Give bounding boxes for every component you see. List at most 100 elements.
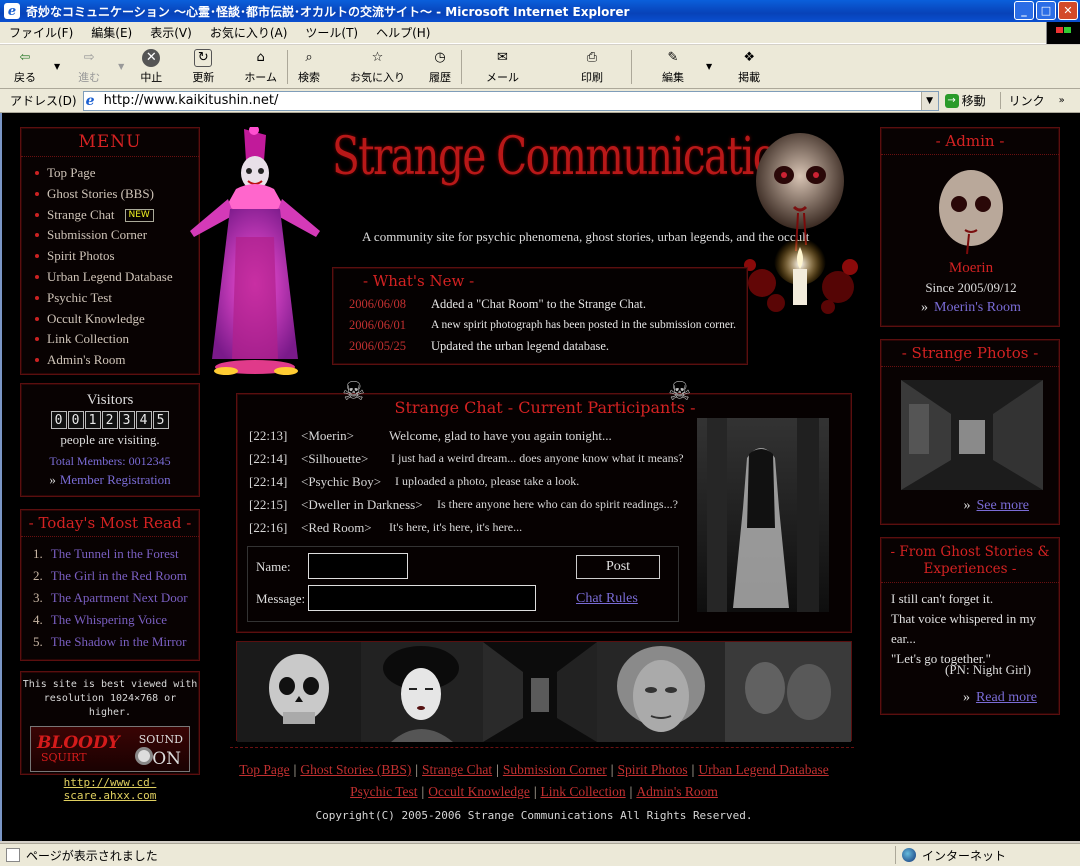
back-arrow-icon: ⇦ [19,50,31,65]
minimize-button[interactable]: _ [1014,1,1034,20]
admin-room-prefix: » [921,300,929,315]
most-read-item[interactable]: 2. The Girl in the Red Room [33,565,199,587]
discuss-button[interactable]: ❖ 掲載 [734,47,764,87]
read-more-link[interactable]: Read more [976,690,1037,705]
zone-text: インターネット [922,848,1007,863]
menu-item-top-page[interactable]: Top Page [35,163,199,184]
ghost-girl-photo [697,418,829,612]
most-read-item[interactable]: 1. The Tunnel in the Forest [33,543,199,565]
menu-file[interactable]: ファイル(F) [0,24,82,41]
admin-name: Moerin [948,260,994,276]
footer-link-submission-corner[interactable]: Submission Corner [503,762,607,777]
maximize-button[interactable]: □ [1036,1,1056,20]
member-registration-link[interactable]: Member Registration [60,472,171,487]
menu-edit[interactable]: 編集(E) [82,24,141,41]
footer-link-occult-knowledge[interactable]: Occult Knowledge [428,784,530,799]
menu-item-admins-room[interactable]: Admin's Room [35,350,199,371]
admin-room-link[interactable]: Moerin's Room [934,300,1021,315]
security-zone: インターネット [895,846,1006,864]
menu-item-psychic-test[interactable]: Psychic Test [35,288,199,309]
favorites-button[interactable]: ☆ お気に入り [346,47,409,87]
address-input[interactable]: e http://www.kaikitushin.net/ ▼ [82,90,939,111]
menu-item-submission-corner[interactable]: Submission Corner [35,225,199,246]
strange-photo-thumbnail[interactable] [901,380,1043,490]
menu-help[interactable]: ヘルプ(H) [367,24,439,41]
print-button[interactable]: ⎙ 印刷 [577,47,607,87]
see-more-link[interactable]: See more [977,498,1029,513]
admin-box: - Admin - Moerin Since 2005/09/12 » Moeri… [880,127,1060,327]
menu-item-occult-knowledge[interactable]: Occult Knowledge [35,309,199,330]
blurry-ghost-photo[interactable] [725,642,851,742]
menu-favorites[interactable]: お気に入り(A) [201,24,297,41]
menu-header: MENU [21,128,199,157]
go-button[interactable]: → 移動 [944,92,986,109]
news-item[interactable]: 2006/05/25 Updated the urban legend datab… [333,336,747,357]
status-text: ページが表示されました [26,848,158,863]
links-chevron-icon[interactable]: » [1059,95,1065,106]
address-url: http://www.kaikitushin.net/ [103,93,279,108]
footer-link-psychic-test[interactable]: Psychic Test [350,784,417,799]
forward-dropdown-icon[interactable]: ▼ [118,62,124,71]
toolbar-separator [630,49,632,84]
footer-link-top-page[interactable]: Top Page [239,762,289,777]
footer-link-spirit-photos[interactable]: Spirit Photos [617,762,687,777]
most-read-item[interactable]: 3. The Apartment Next Door [33,587,199,609]
message-input[interactable] [308,585,536,611]
photo-strip [236,641,852,742]
geisha-photo[interactable] [361,642,483,742]
footer-link-ghost-stories[interactable]: Ghost Stories (BBS) [300,762,411,777]
strange-photos-header: - Strange Photos - [881,340,1059,367]
clown-figure-image [190,127,320,375]
menu-view[interactable]: 表示(V) [141,24,201,41]
post-button[interactable]: Post [576,555,660,579]
chat-rules-link[interactable]: Chat Rules [576,591,638,607]
links-button[interactable]: リンク [999,92,1045,109]
ghost-stories-box: - From Ghost Stories & Experiences - I s… [880,537,1060,715]
refresh-button[interactable]: ↻ 更新 [188,47,218,87]
footer-link-strange-chat[interactable]: Strange Chat [422,762,492,777]
menu-item-strange-chat[interactable]: Strange Chat NEW [35,205,199,226]
back-dropdown-icon[interactable]: ▼ [54,62,60,71]
edit-dropdown-icon[interactable]: ▼ [706,62,712,71]
banner-text-on: ON [152,749,181,769]
home-icon: ⌂ [256,50,265,65]
status-bar: ページが表示されました インターネット [0,843,1080,866]
visitor-counter: 0 0 1 2 3 4 5 [21,411,199,429]
menu-item-urban-legend-db[interactable]: Urban Legend Database [35,267,199,288]
counter-digit: 2 [101,411,118,429]
admin-header: - Admin - [881,128,1059,155]
close-button[interactable]: ✕ [1058,1,1078,20]
menu-item-spirit-photos[interactable]: Spirit Photos [35,246,199,267]
old-woman-photo[interactable] [597,642,725,742]
menu-tools[interactable]: ツール(T) [296,24,367,41]
address-dropdown-icon[interactable]: ▼ [920,91,938,110]
forward-button[interactable]: ⇨ 進む ▼ [74,47,128,87]
edit-button[interactable]: ✎ 編集 ▼ [658,47,716,87]
cd-scare-link[interactable]: http://www.cd-scare.ahxx.com [21,776,199,802]
sound-banner[interactable]: BLOODY SQUIRT SOUND ON [30,726,190,772]
menu-item-ghost-stories[interactable]: Ghost Stories (BBS) [35,184,199,205]
history-button[interactable]: ◷ 履歴 [425,47,455,87]
footer-link-urban-legend-db[interactable]: Urban Legend Database [698,762,828,777]
footer-separator: | [533,784,537,799]
admin-avatar [939,170,1003,255]
back-button[interactable]: ⇦ 戻る ▼ [0,47,64,87]
footer-link-link-collection[interactable]: Link Collection [541,784,626,799]
favorites-label: お気に入り [349,70,405,84]
corridor-photo[interactable] [483,642,597,742]
skull-photo[interactable] [237,642,361,742]
news-item[interactable]: 2006/06/08 Added a "Chat Room" to the Str… [333,294,747,315]
search-button[interactable]: ⌕ 検索 [294,47,324,87]
news-item[interactable]: 2006/06/01 A new spirit photograph has be… [333,315,747,336]
history-label: 履歴 [428,70,451,84]
name-input[interactable] [308,553,408,579]
stop-button[interactable]: ✕ 中止 [136,47,166,87]
menu-item-link-collection[interactable]: Link Collection [35,329,199,350]
mail-button[interactable]: ✉ メール [482,47,523,87]
home-button[interactable]: ⌂ ホーム [240,47,281,87]
most-read-item[interactable]: 4. The Whispering Voice [33,609,199,631]
most-read-item[interactable]: 5. The Shadow in the Mirror [33,631,199,653]
visitors-caption: people are visiting. [60,432,160,447]
footer-link-admins-room[interactable]: Admin's Room [636,784,718,799]
footer-separator: | [629,784,633,799]
